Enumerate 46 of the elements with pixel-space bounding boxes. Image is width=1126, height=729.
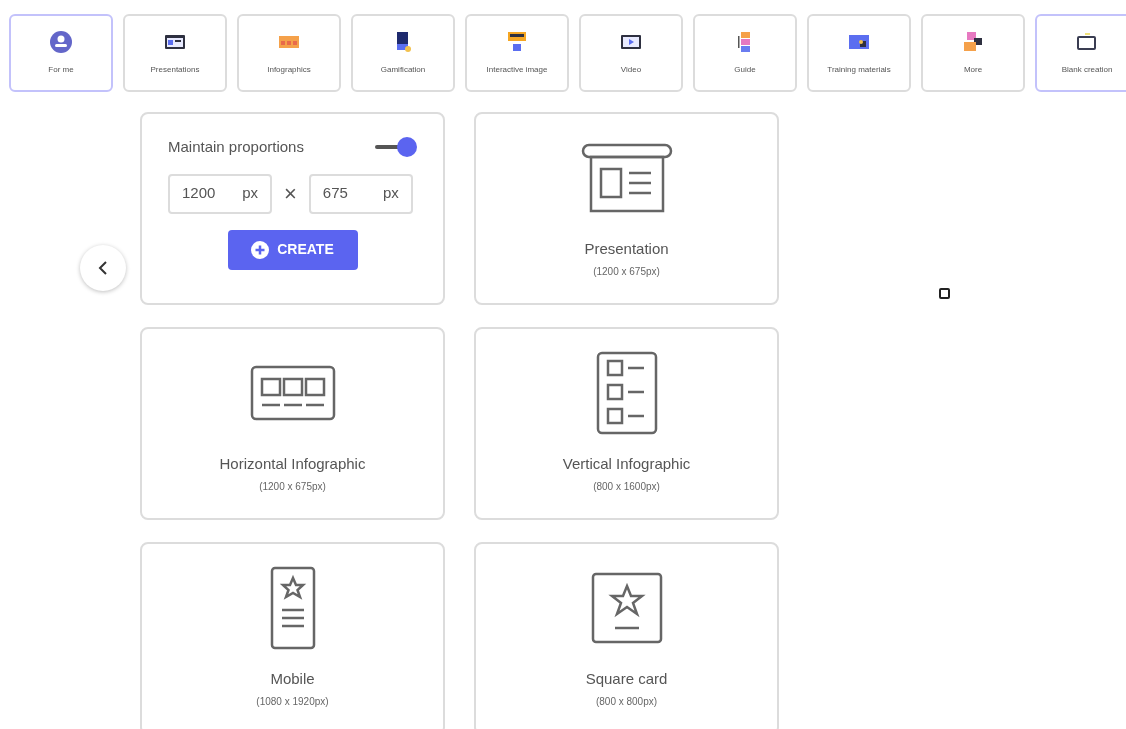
- category-tab[interactable]: For me: [9, 14, 113, 92]
- template-size: (1200 x 675px): [593, 265, 660, 279]
- shapes-icon: [961, 30, 985, 54]
- category-tab[interactable]: Guide: [693, 14, 797, 92]
- category-tab[interactable]: Gamification: [351, 14, 455, 92]
- template-title: Horizontal Infographic: [219, 453, 366, 474]
- template-size: (1200 x 675px): [259, 480, 326, 494]
- presentation-icon: [580, 142, 673, 213]
- template-card[interactable]: Mobile (1080 x 1920px): [140, 542, 445, 729]
- category-tab[interactable]: More: [921, 14, 1025, 92]
- horizontal-infographic-icon: [249, 364, 336, 421]
- template-size: (800 x 1600px): [593, 480, 660, 494]
- category-tab[interactable]: Training materials: [807, 14, 911, 92]
- height-field[interactable]: 675 px: [308, 173, 413, 214]
- template-title: Mobile: [270, 668, 315, 689]
- template-card[interactable]: Vertical Infographic (800 x 1600px): [474, 327, 779, 520]
- user-icon: [49, 30, 73, 54]
- template-card[interactable]: Presentation (1200 x 675px): [474, 112, 779, 305]
- template-title: Presentation: [584, 238, 669, 259]
- plus-circle-icon: [251, 240, 270, 259]
- template-card[interactable]: Square card (800 x 800px): [474, 542, 779, 729]
- template-title: Square card: [585, 668, 668, 689]
- category-tab[interactable]: Blank creation: [1035, 14, 1126, 92]
- category-tab[interactable]: Infographics: [237, 14, 341, 92]
- template-title: Vertical Infographic: [562, 453, 691, 474]
- category-tab[interactable]: Presentations: [123, 14, 227, 92]
- width-field[interactable]: 1200 px: [168, 173, 272, 214]
- width-value: 1200: [182, 183, 216, 204]
- template-size: (800 x 800px): [595, 695, 658, 709]
- category-tab[interactable]: Interactive image: [465, 14, 569, 92]
- phone-card-icon: [269, 565, 316, 650]
- star-card-icon: [590, 571, 663, 644]
- proportions-label: Maintain proportions: [168, 137, 304, 157]
- vertical-infographic-icon: [595, 350, 658, 435]
- chevron-left-icon: [98, 261, 108, 275]
- small-square-icon: [939, 288, 950, 299]
- template-card[interactable]: Horizontal Infographic (1200 x 675px): [140, 327, 445, 520]
- template-size: (1080 x 1920px): [256, 695, 329, 709]
- unit-label: px: [242, 183, 258, 204]
- height-value: 675: [322, 183, 348, 204]
- category-tab[interactable]: Video: [579, 14, 683, 92]
- image-icon: [505, 30, 529, 54]
- multiply-sign: ×: [284, 180, 297, 208]
- create-button[interactable]: CREATE: [227, 229, 358, 270]
- unit-label: px: [383, 183, 399, 204]
- proportions-toggle[interactable]: [375, 137, 417, 158]
